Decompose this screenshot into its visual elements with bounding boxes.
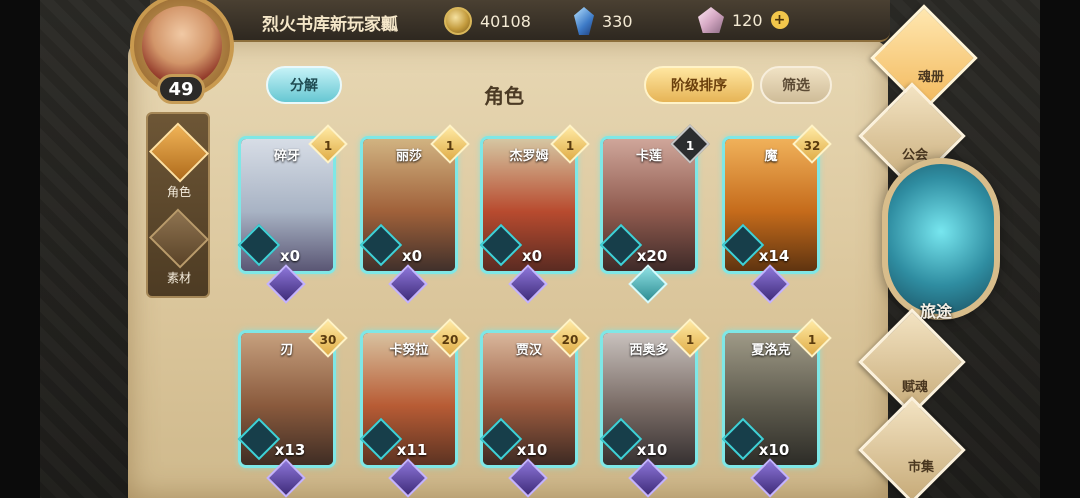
character-card[interactable]: 贾汉 x10 20 — [479, 318, 590, 498]
gem-value: 120 — [732, 10, 763, 30]
crystal-counter: 330 — [574, 7, 633, 35]
tab-material[interactable]: 素材 — [148, 206, 210, 286]
right-letterbox — [1040, 0, 1080, 498]
character-card[interactable]: 卡莲 x20 1 — [599, 124, 710, 304]
page-title: 角色 — [484, 84, 524, 108]
tab-character[interactable]: 角色 — [148, 120, 210, 200]
character-icon — [148, 122, 210, 183]
left-letterbox — [0, 0, 40, 498]
rank-value: 32 — [803, 139, 821, 153]
tab-character-label: 角色 — [166, 185, 191, 199]
material-icon — [148, 208, 210, 269]
player-level: 49 — [157, 74, 205, 104]
rank-value: 1 — [685, 139, 695, 153]
left-tab-panel: 角色 素材 — [146, 112, 210, 298]
blue-crystal-icon — [574, 7, 594, 35]
filter-button[interactable]: 筛选 — [760, 66, 832, 104]
rank-value: 20 — [561, 333, 579, 347]
character-card[interactable]: 碎牙 x0 1 — [237, 124, 348, 304]
rank-value: 1 — [565, 139, 575, 153]
journey-button[interactable] — [882, 158, 1000, 320]
rank-value: 1 — [445, 139, 455, 153]
gold-coin-icon — [444, 7, 472, 35]
soul-book-label: 魂册 — [918, 70, 945, 85]
gold-counter: 40108 — [444, 7, 531, 35]
rank-value: 1 — [323, 139, 333, 153]
character-card[interactable]: 夏洛克 x10 1 — [721, 318, 832, 498]
player-avatar[interactable]: 49 — [120, 0, 242, 110]
decompose-button[interactable]: 分解 — [266, 66, 342, 104]
rank-value: 30 — [319, 333, 337, 347]
journey-label: 旅途 — [920, 302, 953, 321]
character-card[interactable]: 西奥多 x10 1 — [599, 318, 710, 498]
soul-gift-label: 赋魂 — [902, 380, 929, 395]
character-card[interactable]: 卡努拉 x11 20 — [359, 318, 470, 498]
pink-gem-icon — [698, 7, 724, 33]
sort-by-rank-button[interactable]: 阶级排序 — [644, 66, 754, 104]
gold-value: 40108 — [480, 11, 531, 31]
rank-value: 1 — [807, 333, 817, 347]
character-card[interactable]: 丽莎 x0 1 — [359, 124, 470, 304]
tab-material-label: 素材 — [166, 271, 191, 285]
add-gem-button[interactable]: + — [770, 11, 789, 29]
gem-counter[interactable]: 120 + — [698, 7, 789, 33]
rank-value: 20 — [441, 333, 459, 347]
character-card[interactable]: 魔 x14 32 — [721, 124, 832, 304]
character-card[interactable]: 刃 x13 30 — [237, 318, 348, 498]
character-card[interactable]: 杰罗姆 x0 1 — [479, 124, 590, 304]
player-name: 烈火书库新玩家瓤 — [262, 15, 398, 35]
market-label: 市集 — [908, 460, 935, 475]
crystal-value: 330 — [602, 11, 633, 31]
rank-value: 1 — [685, 333, 695, 347]
